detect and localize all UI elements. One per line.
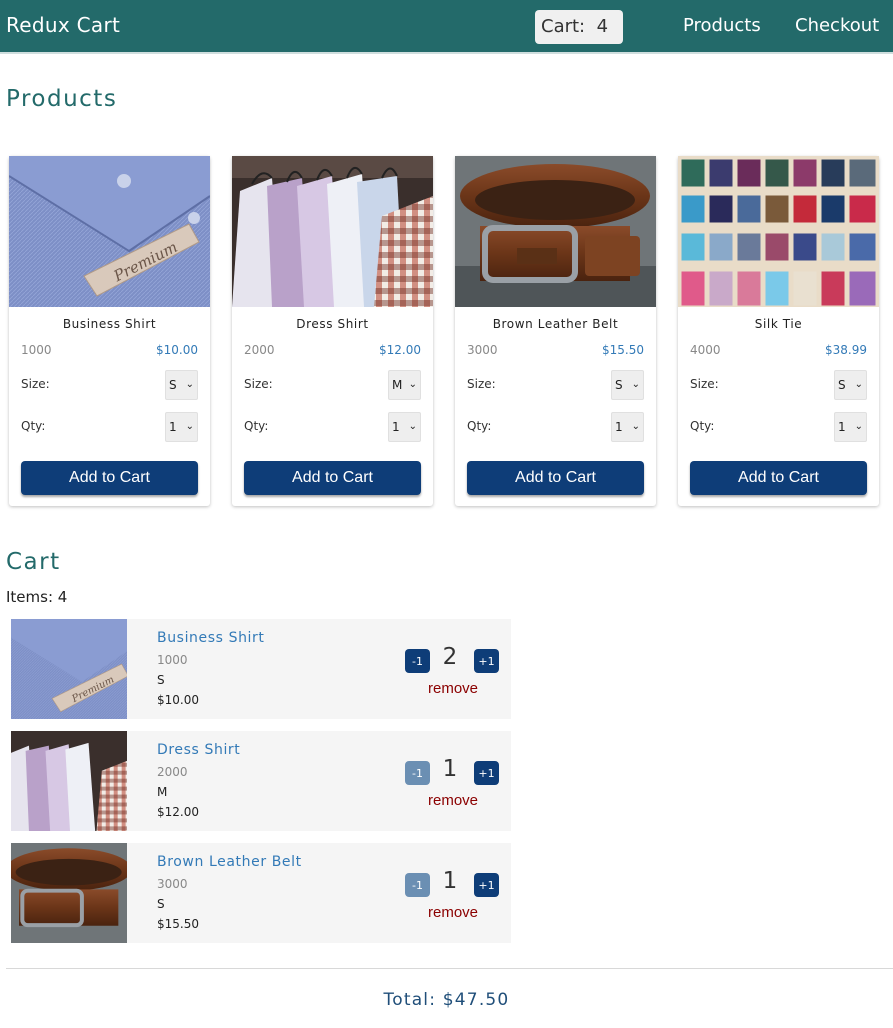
cart-item-sku: 2000 xyxy=(157,765,188,779)
cart-item-sku: 1000 xyxy=(157,653,188,667)
size-label: Size: xyxy=(21,377,50,391)
increment-button[interactable]: +1 xyxy=(474,649,499,673)
cart-item-sku: 3000 xyxy=(157,877,188,891)
product-price: $10.00 xyxy=(156,343,198,357)
remove-item-link[interactable]: remove xyxy=(409,792,497,809)
qty-label: Qty: xyxy=(244,419,269,433)
product-sku: 1000 xyxy=(21,343,52,357)
product-sku: 4000 xyxy=(690,343,721,357)
size-label: Size: xyxy=(244,377,273,391)
product-name: Brown Leather Belt xyxy=(492,317,619,331)
size-value: S xyxy=(838,378,846,392)
business-shirt-thumbnail: Premium xyxy=(11,619,127,719)
size-value: M xyxy=(392,378,403,392)
product-price: $15.50 xyxy=(602,343,644,357)
add-to-cart-button[interactable]: Add to Cart xyxy=(21,461,198,495)
size-select[interactable]: S ⌄ xyxy=(165,370,198,400)
cart-count-badge[interactable]: Cart: 4 xyxy=(535,10,623,44)
product-name: Dress Shirt xyxy=(296,317,369,331)
cart-item-qty: 1 xyxy=(442,868,458,894)
cart-total: Total: $47.50 xyxy=(383,990,510,1010)
product-card: Silk Tie 4000 $38.99 Size: S ⌄ Qty: 1 ⌄ Ad… xyxy=(678,156,879,506)
nav-checkout-link[interactable]: Checkout xyxy=(795,15,879,36)
qty-label: Qty: xyxy=(690,419,715,433)
chevron-down-icon: ⌄ xyxy=(185,379,194,390)
increment-button[interactable]: +1 xyxy=(474,873,499,897)
chevron-down-icon: ⌄ xyxy=(408,421,417,432)
add-to-cart-button[interactable]: Add to Cart xyxy=(690,461,867,495)
chevron-down-icon: ⌄ xyxy=(854,421,863,432)
product-sku: 3000 xyxy=(467,343,498,357)
silk-ties-photo xyxy=(678,156,879,307)
products-heading: Products xyxy=(6,86,118,112)
decrement-button[interactable]: -1 xyxy=(405,873,430,897)
cart-item-qty: 2 xyxy=(442,644,458,670)
cart-item-size: M xyxy=(157,785,168,799)
chevron-down-icon: ⌄ xyxy=(408,379,417,390)
chevron-down-icon: ⌄ xyxy=(631,421,640,432)
leather-belt-photo xyxy=(455,156,656,307)
decrement-button[interactable]: -1 xyxy=(405,649,430,673)
qty-value: 1 xyxy=(392,420,400,434)
cart-item-qty: 1 xyxy=(442,756,458,782)
size-label: Size: xyxy=(467,377,496,391)
business-shirt-photo: Premium xyxy=(9,156,210,307)
chevron-down-icon: ⌄ xyxy=(631,379,640,390)
qty-label: Qty: xyxy=(467,419,492,433)
size-value: S xyxy=(615,378,623,392)
cart-item-price: $12.00 xyxy=(157,805,199,819)
qty-value: 1 xyxy=(615,420,623,434)
brand-title[interactable]: Redux Cart xyxy=(6,13,120,37)
qty-value: 1 xyxy=(169,420,177,434)
cart-heading: Cart xyxy=(6,549,61,575)
size-label: Size: xyxy=(690,377,719,391)
cart-item-price: $15.50 xyxy=(157,917,199,931)
cart-item-name-link[interactable]: Business Shirt xyxy=(157,630,264,646)
product-sku: 2000 xyxy=(244,343,275,357)
chevron-down-icon: ⌄ xyxy=(185,421,194,432)
size-value: S xyxy=(169,378,177,392)
nav-products-link[interactable]: Products xyxy=(683,15,761,36)
cart-items-count: Items: 4 xyxy=(6,588,68,606)
chevron-down-icon: ⌄ xyxy=(854,379,863,390)
decrement-button[interactable]: -1 xyxy=(405,761,430,785)
qty-value: 1 xyxy=(838,420,846,434)
cart-item-row: Dress Shirt 2000 M $12.00 -1 1 +1 remove xyxy=(11,731,511,831)
cart-item-row: Brown Leather Belt 3000 S $15.50 -1 1 +1… xyxy=(11,843,511,943)
product-card: Premium Business Shirt 1000 $10.00 Size:… xyxy=(9,156,210,506)
cart-item-size: S xyxy=(157,897,165,911)
remove-item-link[interactable]: remove xyxy=(409,904,497,921)
leather-belt-thumbnail xyxy=(11,843,127,943)
qty-select[interactable]: 1 ⌄ xyxy=(834,412,867,442)
product-card: Dress Shirt 2000 $12.00 Size: M ⌄ Qty: 1 ⌄… xyxy=(232,156,433,506)
cart-item-row: Premium Business Shirt 1000 S $10.00 -1 … xyxy=(11,619,511,719)
qty-select[interactable]: 1 ⌄ xyxy=(388,412,421,442)
qty-select[interactable]: 1 ⌄ xyxy=(611,412,644,442)
cart-item-name-link[interactable]: Dress Shirt xyxy=(157,742,240,758)
cart-item-name-link[interactable]: Brown Leather Belt xyxy=(157,854,302,870)
product-name: Silk Tie xyxy=(754,317,803,331)
qty-label: Qty: xyxy=(21,419,46,433)
cart-item-price: $10.00 xyxy=(157,693,199,707)
top-navbar: Redux Cart Cart: 4 Products Checkout xyxy=(0,0,893,54)
add-to-cart-button[interactable]: Add to Cart xyxy=(467,461,644,495)
product-price: $38.99 xyxy=(825,343,867,357)
divider xyxy=(6,968,893,969)
size-select[interactable]: M ⌄ xyxy=(388,370,421,400)
product-card: Brown Leather Belt 3000 $15.50 Size: S ⌄ … xyxy=(455,156,656,506)
cart-item-size: S xyxy=(157,673,165,687)
qty-select[interactable]: 1 ⌄ xyxy=(165,412,198,442)
add-to-cart-button[interactable]: Add to Cart xyxy=(244,461,421,495)
size-select[interactable]: S ⌄ xyxy=(834,370,867,400)
increment-button[interactable]: +1 xyxy=(474,761,499,785)
size-select[interactable]: S ⌄ xyxy=(611,370,644,400)
product-price: $12.00 xyxy=(379,343,421,357)
dress-shirt-thumbnail xyxy=(11,731,127,831)
dress-shirts-rack-photo xyxy=(232,156,433,307)
remove-item-link[interactable]: remove xyxy=(409,680,497,697)
product-name: Business Shirt xyxy=(62,317,157,331)
